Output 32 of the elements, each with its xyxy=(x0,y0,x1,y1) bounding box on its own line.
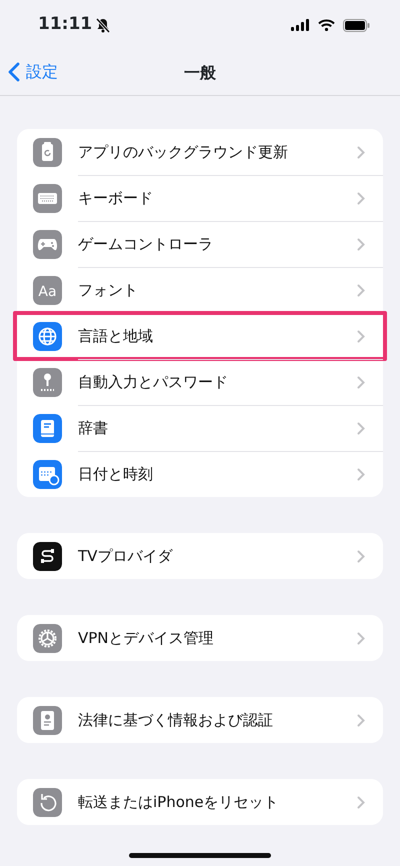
wifi-icon xyxy=(318,19,335,31)
chevron-icon xyxy=(357,192,365,205)
chevron-icon xyxy=(357,376,365,389)
chevron-icon xyxy=(357,422,365,435)
signal-icon xyxy=(291,19,310,31)
clock-time: 11:11 xyxy=(38,13,92,36)
chevron-icon xyxy=(357,146,365,158)
settings-item[interactable]: ゲームコントローラ xyxy=(78,233,357,256)
chevron-icon xyxy=(357,714,365,726)
settings-item[interactable]: 法律に基づく情報および認証 xyxy=(78,708,357,732)
back-chevron-icon xyxy=(8,62,20,82)
settings-item[interactable]: VPNとデバイス管理 xyxy=(78,626,357,650)
settings-item[interactable]: キーボード xyxy=(78,187,357,210)
settings-item[interactable]: 言語と地域 xyxy=(78,325,357,348)
settings-item[interactable]: TVプロバイダ xyxy=(78,544,357,568)
settings-item[interactable]: 転送またはiPhoneをリセット xyxy=(78,790,357,814)
chevron-icon xyxy=(357,238,365,251)
battery-icon xyxy=(343,18,370,32)
chevron-icon xyxy=(357,796,365,808)
settings-item[interactable]: 日付と時刻 xyxy=(78,463,357,486)
chevron-icon xyxy=(357,284,365,297)
chevron-icon xyxy=(357,632,365,644)
settings-item[interactable]: 辞書 xyxy=(78,417,357,440)
settings-item[interactable]: 自動入力とパスワード xyxy=(78,371,357,394)
font-icon: Aa xyxy=(33,276,62,304)
chevron-icon xyxy=(357,550,365,562)
chevron-icon xyxy=(357,330,365,343)
chevron-icon xyxy=(357,468,365,481)
page-title: 一般 xyxy=(184,62,216,84)
settings-item[interactable]: フォント xyxy=(78,279,357,302)
settings-item[interactable]: アプリのバックグラウンド更新 xyxy=(78,140,357,164)
back-button[interactable]: 設定 xyxy=(8,60,58,84)
